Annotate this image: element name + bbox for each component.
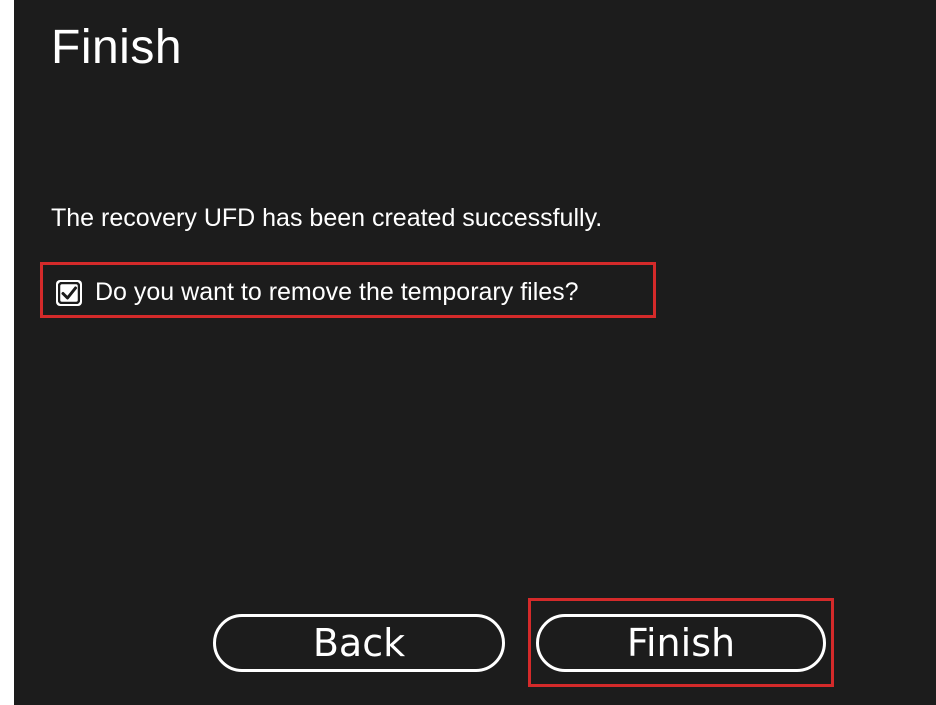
checkmark-icon <box>58 282 80 304</box>
remove-temp-files-option[interactable]: Do you want to remove the temporary file… <box>40 262 656 318</box>
wizard-panel: Finish The recovery UFD has been created… <box>14 0 936 705</box>
back-button[interactable]: Back <box>213 614 505 672</box>
status-message: The recovery UFD has been created succes… <box>51 204 603 232</box>
page-title: Finish <box>51 21 183 74</box>
remove-temp-files-label: Do you want to remove the temporary file… <box>95 278 579 306</box>
remove-temp-files-checkbox[interactable] <box>56 280 82 306</box>
finish-button[interactable]: Finish <box>536 614 826 672</box>
